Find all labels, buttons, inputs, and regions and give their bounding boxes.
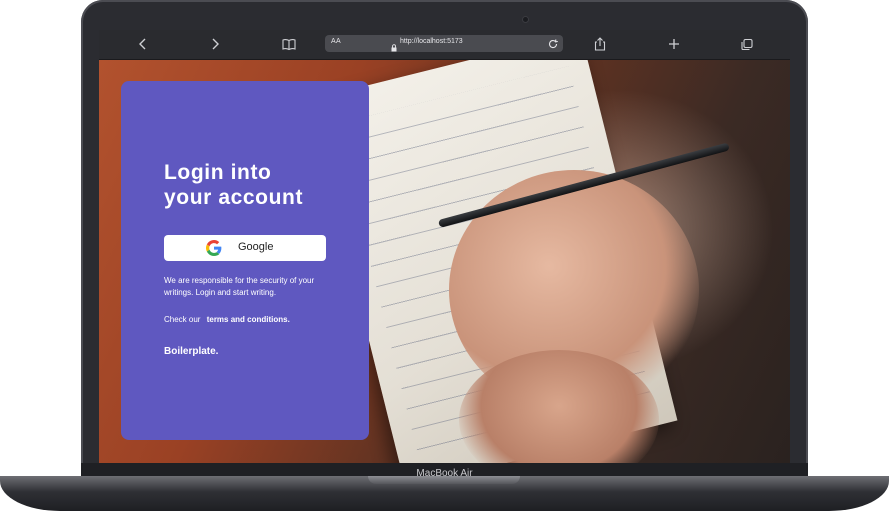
google-button-label: Google [238,241,274,253]
tabs-icon[interactable] [740,36,754,52]
title-line-1: Login into [164,161,272,184]
laptop-notch [368,476,520,484]
page-title: Login into your account [164,160,354,210]
new-tab-plus-icon[interactable] [667,36,681,52]
url-text: http://localhost:5173 [400,38,463,45]
browser-toolbar: AA http://localhost:5173 [99,30,790,60]
bookmarks-book-icon[interactable] [281,36,297,52]
share-icon[interactable] [593,36,607,52]
title-line-2: your account [164,186,304,209]
terms-prefix: Check our [164,315,201,324]
google-icon [206,240,222,261]
login-card: Login into your account Google We are re… [121,81,369,440]
brand-logo: Boilerplate. [164,346,219,357]
security-description: We are responsible for the security of y… [164,276,315,297]
login-page: Login into your account Google We are re… [99,60,790,463]
back-chevron-left-icon[interactable] [137,36,149,52]
screen: AA http://localhost:5173 Login into your… [99,30,790,463]
text-size-button[interactable]: AA [331,38,341,45]
terms-row: Check our terms and conditions. [164,315,290,324]
forward-chevron-right-icon[interactable] [209,36,221,52]
laptop-hinge: MacBook Air [81,463,808,479]
camera [523,17,528,22]
address-bar[interactable]: AA http://localhost:5173 [325,35,563,52]
google-login-button[interactable]: Google [164,235,326,261]
reload-icon[interactable] [547,37,559,55]
terms-link[interactable]: terms and conditions. [207,315,290,324]
lock-icon [391,39,397,57]
